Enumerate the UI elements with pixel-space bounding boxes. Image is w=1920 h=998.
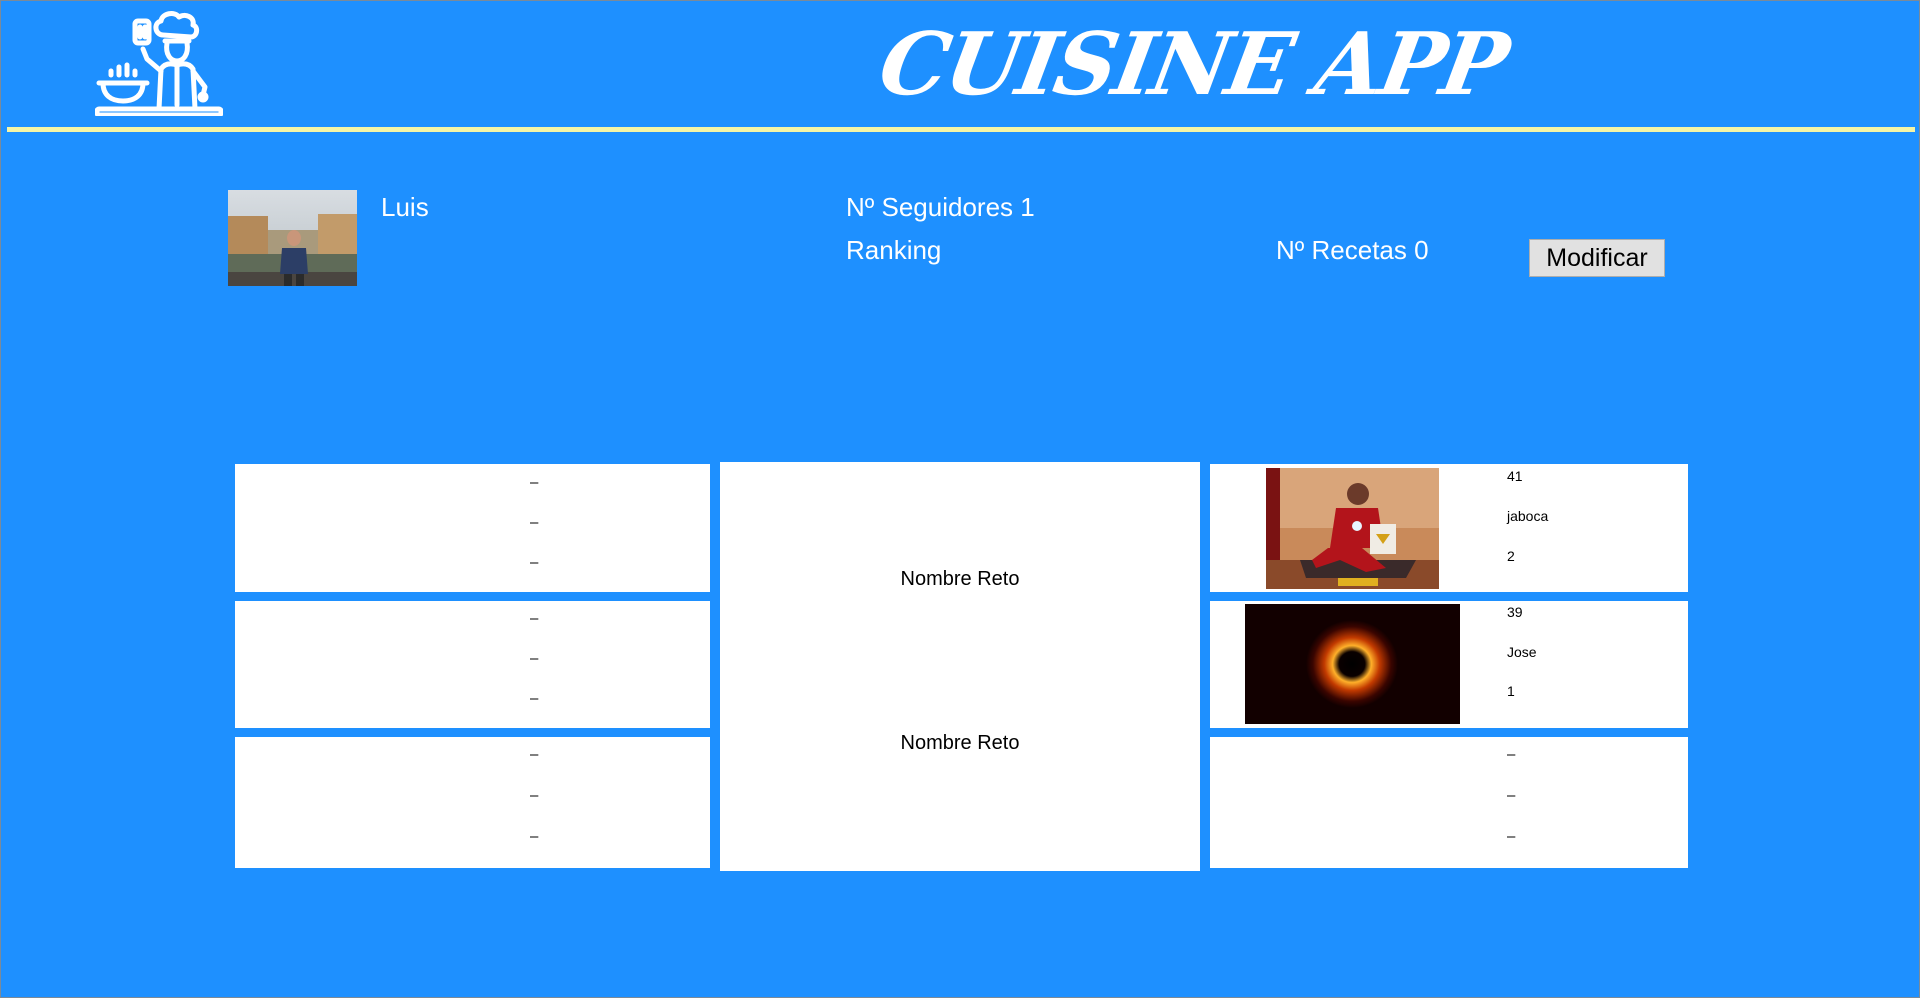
card-line: 41 <box>1507 468 1523 484</box>
right-card-2[interactable]: 39 Jose 1 <box>1210 601 1688 728</box>
app-header: CUISINE APP <box>1 1 1920 128</box>
recipes-count: Nº Recetas 0 <box>1276 235 1429 265</box>
card-line: – <box>530 690 539 707</box>
right-card-3[interactable]: – – – <box>1210 737 1688 868</box>
card-line: – <box>530 650 539 667</box>
reto-name-1[interactable]: Nombre Reto <box>720 568 1200 591</box>
card-line: 1 <box>1507 683 1515 699</box>
card-line: – <box>1507 746 1516 763</box>
left-card-1[interactable]: – – – <box>235 464 710 592</box>
card-line: 39 <box>1507 604 1523 620</box>
card-line: jaboca <box>1507 508 1549 524</box>
iron-man-figure-photo <box>1266 468 1439 589</box>
black-hole-photo <box>1245 604 1460 724</box>
followers-count: Nº Seguidores 1 <box>846 192 1035 222</box>
card-line: – <box>530 828 539 845</box>
reto-name-2[interactable]: Nombre Reto <box>720 732 1200 755</box>
card-line: – <box>1507 828 1516 845</box>
card-line: – <box>1507 787 1516 804</box>
card-line: – <box>530 474 539 491</box>
user-name: Luis <box>381 192 429 222</box>
reto-card[interactable]: Nombre Reto Nombre Reto <box>720 462 1200 871</box>
left-card-3[interactable]: – – – <box>235 737 710 868</box>
card-line: 2 <box>1507 548 1515 564</box>
left-card-2[interactable]: – – – <box>235 601 710 728</box>
header-divider <box>7 127 1915 132</box>
app-title: CUISINE APP <box>872 14 1514 115</box>
card-line: – <box>530 787 539 804</box>
card-line: – <box>530 610 539 627</box>
modify-button[interactable]: Modificar <box>1529 239 1665 277</box>
card-line: Jose <box>1507 644 1537 660</box>
ranking-label: Ranking <box>846 235 942 265</box>
card-line: – <box>530 554 539 571</box>
avatar <box>228 190 357 286</box>
right-card-1[interactable]: 41 jaboca 2 <box>1210 464 1688 592</box>
chef-cooking-icon <box>95 11 223 116</box>
card-line: – <box>530 746 539 763</box>
card-line: – <box>530 514 539 531</box>
